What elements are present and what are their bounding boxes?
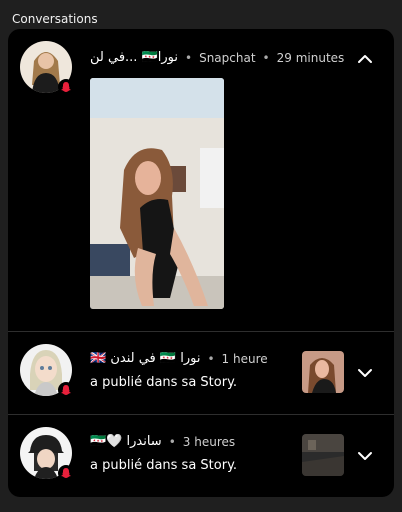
separator-dot: • [262,50,270,65]
conversation-source: Snapchat [199,50,256,65]
conversation-name: في لن... 🇸🇾نورا [90,50,178,65]
conversation-meta: 🇬🇧 في لندن 🇸🇾 نورا • 1 heure [90,351,268,366]
section-title: Conversations [12,12,98,26]
snapchat-ghost-icon [58,79,74,95]
conversation-subtitle: a publié dans sa Story. [90,458,238,473]
snapchat-ghost-icon [58,382,74,398]
chevron-up-icon[interactable] [354,48,376,70]
conversations-panel: في لن... 🇸🇾نورا • Snapchat • 29 minutes [8,29,394,497]
story-thumbnail[interactable] [302,434,344,476]
chevron-down-icon[interactable] [354,362,376,384]
conversation-row[interactable]: 🇸🇾🤍 ساندرا • 3 heures a publié dans sa S… [8,415,394,497]
conversation-row-expanded[interactable]: في لن... 🇸🇾نورا • Snapchat • 29 minutes [8,29,394,331]
conversation-time: 1 heure [221,351,268,366]
conversation-subtitle: a publié dans sa Story. [90,375,238,390]
conversation-row[interactable]: 🇬🇧 في لندن 🇸🇾 نورا • 1 heure a publié da… [8,332,394,414]
conversation-name: 🇬🇧 في لندن 🇸🇾 نورا [90,351,201,366]
conversation-meta: 🇸🇾🤍 ساندرا • 3 heures [90,434,235,449]
separator-dot: • [185,50,193,65]
conversation-name: 🇸🇾🤍 ساندرا [90,434,162,449]
separator-dot: • [207,351,215,366]
story-thumbnail[interactable] [302,351,344,393]
separator-dot: • [168,434,176,449]
conversation-time: 3 heures [182,434,236,449]
snapchat-ghost-icon [58,465,74,481]
conversation-time: 29 minutes [276,50,345,65]
conversation-meta: في لن... 🇸🇾نورا • Snapchat • 29 minutes [90,50,344,65]
chevron-down-icon[interactable] [354,445,376,467]
story-preview-image[interactable] [90,78,224,309]
